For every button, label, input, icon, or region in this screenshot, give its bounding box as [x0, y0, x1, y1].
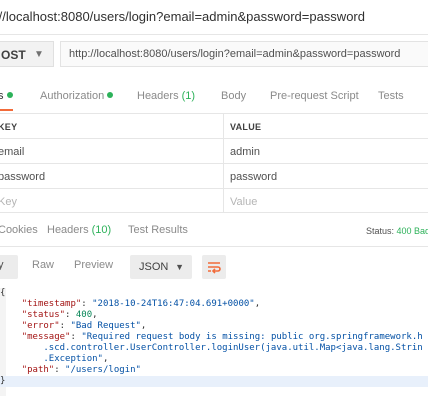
param-key-field[interactable]: password [0, 171, 45, 183]
tab-response-cookies[interactable]: Cookies [0, 224, 38, 236]
format-label: JSON [139, 261, 169, 273]
tab-label: Authorization [40, 90, 105, 102]
tab-tests[interactable]: Tests [378, 90, 404, 102]
response-view-bar: y Raw Preview JSON ▼ [0, 253, 428, 283]
code-line: } [0, 376, 428, 387]
format-select[interactable]: JSON ▼ [130, 255, 192, 279]
chevron-down-icon: ▼ [34, 49, 44, 60]
column-header-key: KEY [0, 122, 18, 132]
tab-body[interactable]: Body [221, 90, 246, 102]
code-line: "error": "Bad Request", [21, 321, 147, 331]
chevron-down-icon: ▼ [175, 262, 184, 272]
wrap-icon [208, 262, 221, 274]
tab-headers[interactable]: Headers (1) [137, 90, 195, 102]
method-label: OST [1, 48, 26, 62]
tab-pre-request-script[interactable]: Pre-request Script [270, 90, 359, 102]
response-body[interactable]: { "timestamp": "2018-10-24T16:47:04.691+… [0, 288, 428, 400]
tab-label: Headers [47, 224, 89, 236]
code-line: "message": "Required request body is mis… [21, 332, 423, 342]
tab-label: Tests [378, 90, 404, 102]
tab-count: (1) [181, 90, 196, 102]
code-line: .scd.controller.UserController.loginUser… [43, 343, 423, 353]
new-key-field[interactable]: Key [0, 196, 17, 208]
tab-params[interactable]: s [0, 90, 13, 102]
row-divider [0, 163, 428, 164]
status-dot-icon [6, 92, 13, 98]
tab-count: (10) [91, 224, 112, 236]
column-header-value: VALUE [230, 122, 262, 132]
row-divider [0, 212, 428, 213]
request-title: ://localhost:8080/users/login?email=admi… [0, 0, 428, 34]
request-title-text: ://localhost:8080/users/login?email=admi… [0, 9, 365, 24]
tab-test-results[interactable]: Test Results [128, 224, 188, 236]
active-tab-indicator [0, 109, 13, 111]
param-value-field[interactable]: admin [230, 146, 260, 158]
response-tabs: Cookies Headers (10) Test Results Status… [0, 216, 428, 246]
tab-label: s [0, 90, 4, 102]
code-line: { [0, 288, 6, 298]
new-value-field[interactable]: Value [230, 196, 257, 208]
tab-label: Headers [137, 90, 179, 102]
row-divider [0, 138, 428, 139]
tab-label: Body [221, 90, 247, 102]
request-tabs: s Authorization Headers (1) Body Pre-req… [0, 82, 428, 112]
url-input[interactable]: http://localhost:8080/users/login?email=… [60, 41, 428, 67]
param-key-field[interactable]: email [0, 146, 24, 158]
request-bar: OST ▼ http://localhost:8080/users/login?… [0, 34, 428, 74]
code-line: "status": 400, [21, 310, 98, 320]
code-line: "path": "/users/login" [21, 365, 141, 375]
tab-label: Test Results [128, 224, 188, 236]
status-dot-icon [107, 92, 114, 98]
tab-response-headers[interactable]: Headers (10) [47, 224, 111, 236]
method-select[interactable]: OST ▼ [0, 41, 54, 67]
divider [0, 246, 428, 247]
status-label: Status: [365, 226, 394, 236]
divider [0, 113, 428, 114]
row-divider [0, 188, 428, 189]
raw-button[interactable]: Raw [32, 259, 54, 271]
code-line: .Exception", [43, 354, 109, 364]
tab-label: Pre-request Script [270, 90, 359, 102]
preview-button[interactable]: Preview [74, 259, 113, 271]
tab-label: Cookies [0, 224, 38, 236]
status-value: 400 Bad [396, 226, 428, 236]
response-status: Status: 400 Bad [366, 226, 428, 236]
param-value-field[interactable]: password [230, 171, 277, 183]
tab-authorization[interactable]: Authorization [40, 90, 114, 102]
pretty-label: y [0, 259, 4, 271]
wrap-lines-button[interactable] [202, 255, 226, 279]
code-line: "timestamp": "2018-10-24T16:47:04.691+00… [21, 299, 261, 309]
